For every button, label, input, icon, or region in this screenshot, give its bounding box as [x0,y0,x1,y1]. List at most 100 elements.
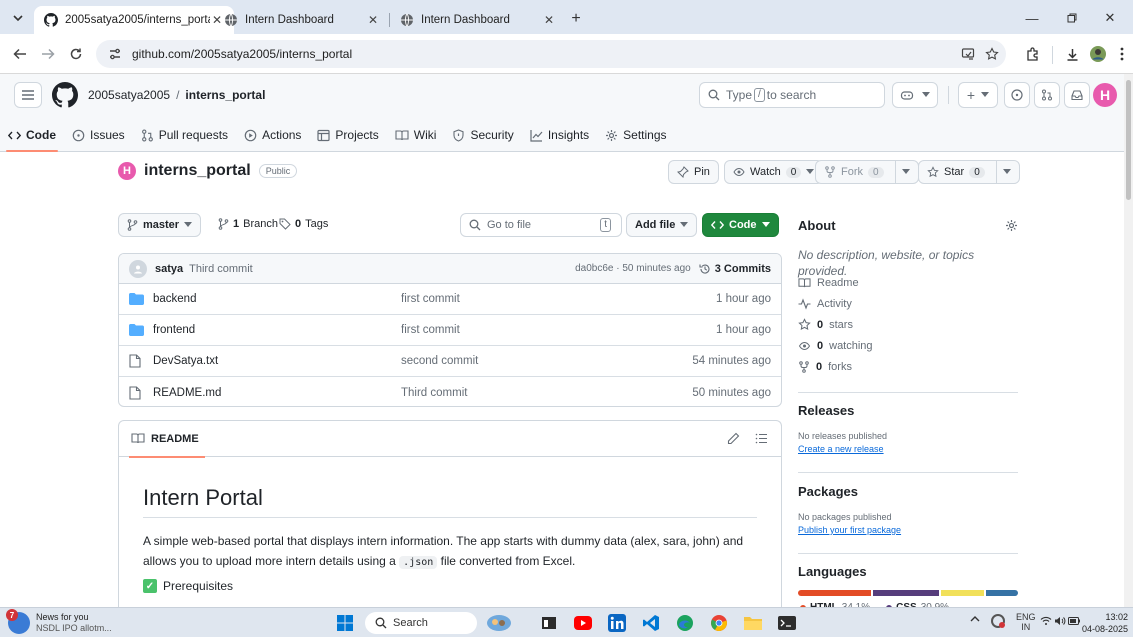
about-settings-gear-icon[interactable] [1005,219,1018,232]
file-name[interactable]: backend [153,293,401,305]
extensions-puzzle-icon[interactable] [1022,44,1042,64]
site-settings-icon[interactable] [106,45,124,63]
file-name[interactable]: frontend [153,324,401,336]
file-row[interactable]: DevSatya.txt second commit 54 minutes ag… [119,346,781,377]
file-commit-message[interactable]: second commit [401,355,692,367]
stars-link[interactable]: 0 stars [798,314,1022,335]
commits-count-link[interactable]: 3 Commits [699,263,771,275]
commit-hash-time[interactable]: da0bc6e · 50 minutes ago [575,263,691,274]
tab-security[interactable]: Security [444,118,521,152]
fork-dropdown[interactable] [894,161,910,183]
close-tab-icon[interactable]: ✕ [366,13,380,27]
file-row[interactable]: backend first commit 1 hour ago [119,284,781,315]
back-arrow-icon[interactable] [10,44,30,64]
branches-link[interactable]: 1 Branch [218,218,278,230]
taskbar-search-box[interactable]: Search [365,612,477,634]
github-logo-icon[interactable] [52,82,78,108]
publish-package-link[interactable]: Publish your first package [798,525,1022,535]
commit-message[interactable]: Third commit [189,263,575,275]
tray-chevron-up-icon[interactable] [970,615,980,623]
tray-app-icon[interactable] [990,613,1006,629]
releases-title[interactable]: Releases [798,403,1022,418]
tab-intern-dashboard-1[interactable]: Intern Dashboard ✕ [214,6,390,34]
tab-github-repo[interactable]: 2005satya2005/interns_portal ✕ [34,6,234,34]
pull-requests-button[interactable] [1034,82,1060,108]
file-commit-message[interactable]: Third commit [401,387,692,399]
close-tab-icon[interactable]: ✕ [542,13,556,27]
linkedin-app-icon[interactable] [606,612,628,634]
packages-title[interactable]: Packages [798,484,1022,499]
fork-button[interactable]: Fork 0 [815,160,919,184]
terminal-app-icon[interactable] [776,612,798,634]
star-dropdown[interactable] [995,161,1011,183]
tab-insights[interactable]: Insights [522,118,597,152]
close-window-icon[interactable]: ✕ [1100,8,1120,28]
global-search-input[interactable]: Type / to search [699,82,885,108]
go-to-file-input[interactable]: Go to file t [460,213,622,237]
hamburger-menu-icon[interactable] [14,82,42,108]
restore-window-icon[interactable] [1062,8,1082,28]
activity-link[interactable]: Activity [798,293,1022,314]
wifi-icon[interactable] [1040,616,1052,626]
tab-projects[interactable]: Projects [309,118,386,152]
tab-settings[interactable]: Settings [597,118,674,152]
file-row[interactable]: README.md Third commit 50 minutes ago [119,377,781,406]
profile-avatar-icon[interactable] [1088,44,1108,64]
star-button[interactable]: Star 0 [918,160,1020,184]
minimize-window-icon[interactable]: — [1022,8,1042,28]
tab-issues[interactable]: Issues [64,118,133,152]
edge-app-icon[interactable] [674,612,696,634]
tab-wiki[interactable]: Wiki [387,118,445,152]
edit-pencil-icon[interactable] [727,432,740,445]
create-release-link[interactable]: Create a new release [798,444,1022,454]
add-file-button[interactable]: Add file [626,213,698,237]
address-bar[interactable]: github.com/2005satya2005/interns_portal [96,40,1006,68]
new-tab-plus-icon[interactable]: + [568,10,584,27]
copilot-button[interactable] [892,82,938,108]
tab-intern-dashboard-2[interactable]: Intern Dashboard ✕ [390,6,566,34]
watching-link[interactable]: 0 watching [798,335,1022,356]
youtube-app-icon[interactable] [572,612,594,634]
file-name[interactable]: DevSatya.txt [153,355,401,367]
commit-author-avatar[interactable] [129,259,147,278]
issues-button[interactable] [1004,82,1030,108]
folder-app-icon[interactable] [742,612,764,634]
tab-pull-requests[interactable]: Pull requests [133,118,236,152]
news-widget[interactable]: 7 News for you NSDL IPO allotm... [6,609,112,634]
forward-arrow-icon[interactable] [38,44,58,64]
branch-selector[interactable]: master [118,213,202,237]
user-avatar[interactable]: H [1093,83,1117,107]
breadcrumb-repo-link[interactable]: interns_portal [185,88,265,102]
volume-icon[interactable] [1054,616,1066,626]
file-commit-message[interactable]: first commit [401,324,716,336]
code-dropdown-button[interactable]: Code [702,213,779,237]
page-scrollbar-thumb[interactable] [1126,80,1131,200]
cast-icon[interactable] [958,44,978,64]
windows-start-icon[interactable] [334,612,356,634]
bookmark-star-icon[interactable] [982,44,1002,64]
breadcrumb-owner-link[interactable]: 2005satya2005 [88,88,170,102]
language-indicator[interactable]: ENG IN [1016,612,1036,632]
commit-author[interactable]: satya [155,263,183,275]
file-explorer-icon[interactable] [538,612,560,634]
tab-search-chevron-icon[interactable] [8,8,28,28]
vscode-app-icon[interactable] [640,612,662,634]
browser-menu-kebab-icon[interactable] [1112,44,1132,64]
watch-button[interactable]: Watch 0 [724,160,824,184]
file-name[interactable]: README.md [153,387,401,399]
repo-name[interactable]: interns_portal [144,162,251,180]
readme-tab[interactable]: README [129,421,205,458]
tags-link[interactable]: 0 Tags [279,218,328,230]
readme-link[interactable]: Readme [798,272,1022,293]
forks-link[interactable]: 0 forks [798,356,1022,377]
download-icon[interactable] [1062,44,1082,64]
reload-icon[interactable] [66,44,86,64]
chrome-app-icon[interactable] [708,612,730,634]
outline-list-icon[interactable] [755,432,768,445]
file-commit-message[interactable]: first commit [401,293,716,305]
pin-button[interactable]: Pin [668,160,719,184]
tab-actions[interactable]: Actions [236,118,309,152]
tab-code[interactable]: Code [0,118,64,152]
inbox-button[interactable] [1064,82,1090,108]
widgets-app-icon[interactable] [484,612,514,634]
